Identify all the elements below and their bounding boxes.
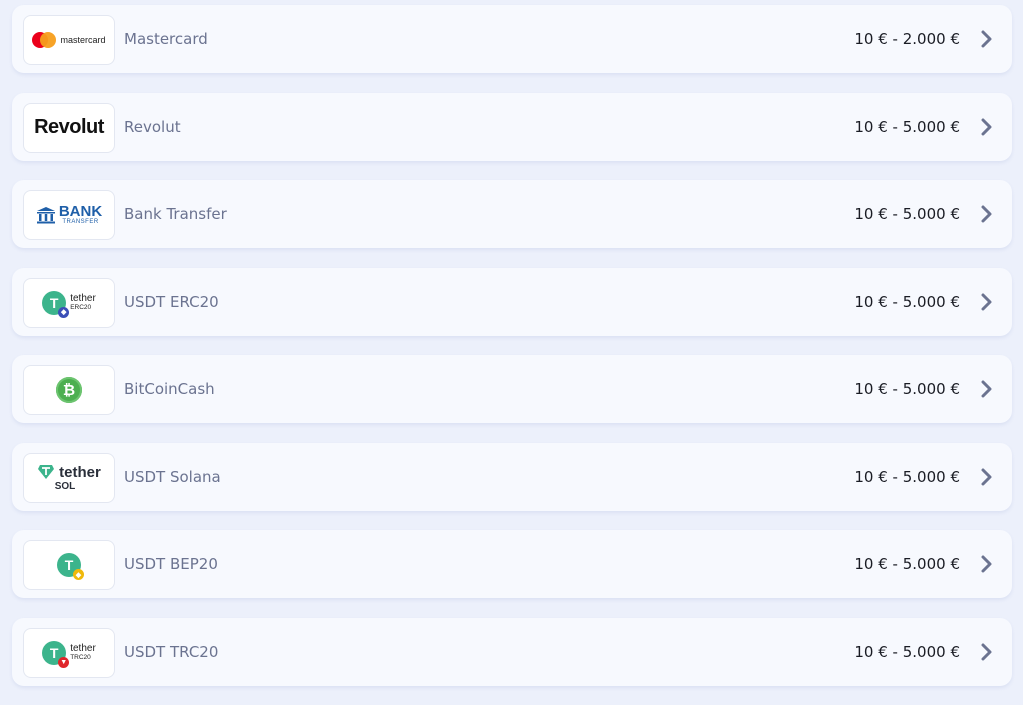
tether-diamond-icon [38, 465, 55, 479]
tether-icon: T ◆ [57, 553, 84, 580]
payment-method-usdt-bep20[interactable]: T ◆ USDT BEP20 10 € - 5.000 € [12, 530, 1012, 598]
method-range: 10 € - 5.000 € [854, 467, 960, 486]
tron-badge-icon: ▼ [58, 656, 70, 668]
payment-method-bank-transfer[interactable]: BANK TRANSFER Bank Transfer 10 € - 5.000… [12, 180, 1012, 248]
chevron-right-icon[interactable] [976, 29, 996, 49]
tether-erc20-logo: T ◆ tether ERC20 [23, 277, 115, 328]
mastercard-circles-icon [32, 32, 57, 48]
tether-icon: T ▼ [42, 640, 70, 668]
tether-logo-text: tether [70, 642, 96, 654]
bank-logo-subtext: TRANSFER [62, 219, 99, 225]
method-range: 10 € - 5.000 € [854, 205, 960, 223]
mastercard-logo: mastercard [23, 15, 115, 65]
method-range: 10 € - 5.000 € [854, 117, 960, 136]
method-range: 10 € - 5.000 € [854, 292, 960, 311]
method-range: 10 € - 5.000 € [854, 380, 960, 398]
chevron-right-icon[interactable] [976, 642, 996, 662]
tether-sol-logo: tether SOL [23, 452, 115, 503]
bank-logo-text: BANK [58, 203, 103, 220]
method-name: BitCoinCash [124, 380, 215, 398]
method-range: 10 € - 2.000 € [854, 30, 960, 48]
payment-method-revolut[interactable]: Revolut Revolut 10 € - 5.000 € [12, 92, 1012, 161]
tether-logo-subtext: SOL [54, 480, 76, 492]
payment-method-bitcoincash[interactable]: ₿ BitCoinCash 10 € - 5.000 € [12, 355, 1012, 423]
payment-method-usdt-solana[interactable]: tether SOL USDT Solana 10 € - 5.000 € [12, 442, 1012, 511]
payment-method-mastercard[interactable]: mastercard Mastercard 10 € - 2.000 € [12, 5, 1012, 73]
tether-bep20-logo: T ◆ [23, 540, 115, 590]
tether-icon: T ◆ [42, 290, 70, 318]
payment-method-usdt-trc20[interactable]: T ▼ tether TRC20 USDT TRC20 10 € - 5.000… [12, 617, 1012, 686]
payment-method-usdt-erc20[interactable]: T ◆ tether ERC20 USDT ERC20 10 € - 5.000… [12, 267, 1012, 336]
method-range: 10 € - 5.000 € [854, 555, 960, 573]
bank-logo: BANK TRANSFER [23, 190, 115, 240]
bank-building-icon [36, 207, 55, 224]
tether-logo-subtext: ERC20 [70, 303, 92, 311]
method-name: Revolut [124, 117, 181, 136]
method-range: 10 € - 5.000 € [854, 642, 960, 661]
chevron-right-icon[interactable] [976, 292, 996, 312]
chevron-right-icon[interactable] [976, 204, 996, 224]
tether-logo-text: tether [70, 292, 96, 304]
chevron-right-icon[interactable] [976, 554, 996, 574]
method-name: Mastercard [124, 30, 208, 48]
method-name: USDT Solana [124, 467, 221, 486]
chevron-right-icon[interactable] [976, 467, 996, 487]
chevron-right-icon[interactable] [976, 117, 996, 137]
revolut-logo: Revolut [23, 102, 115, 153]
method-name: USDT BEP20 [124, 555, 218, 573]
method-name: USDT TRC20 [124, 642, 219, 661]
bitcoin-cash-icon: ₿ [56, 377, 82, 403]
binance-badge-icon: ◆ [73, 569, 84, 580]
payment-methods-list: mastercard Mastercard 10 € - 2.000 € Rev… [12, 5, 1012, 705]
chevron-right-icon[interactable] [976, 379, 996, 399]
mastercard-logo-text: mastercard [60, 35, 106, 45]
method-name: Bank Transfer [124, 205, 227, 223]
tether-trc20-logo: T ▼ tether TRC20 [23, 627, 115, 678]
ethereum-badge-icon: ◆ [58, 306, 70, 318]
tether-logo-subtext: TRC20 [70, 653, 91, 661]
method-name: USDT ERC20 [124, 292, 219, 311]
bitcoin-cash-logo: ₿ [23, 365, 115, 415]
revolut-logo-text: Revolut [34, 116, 104, 138]
tether-logo-text: tether [59, 463, 101, 481]
